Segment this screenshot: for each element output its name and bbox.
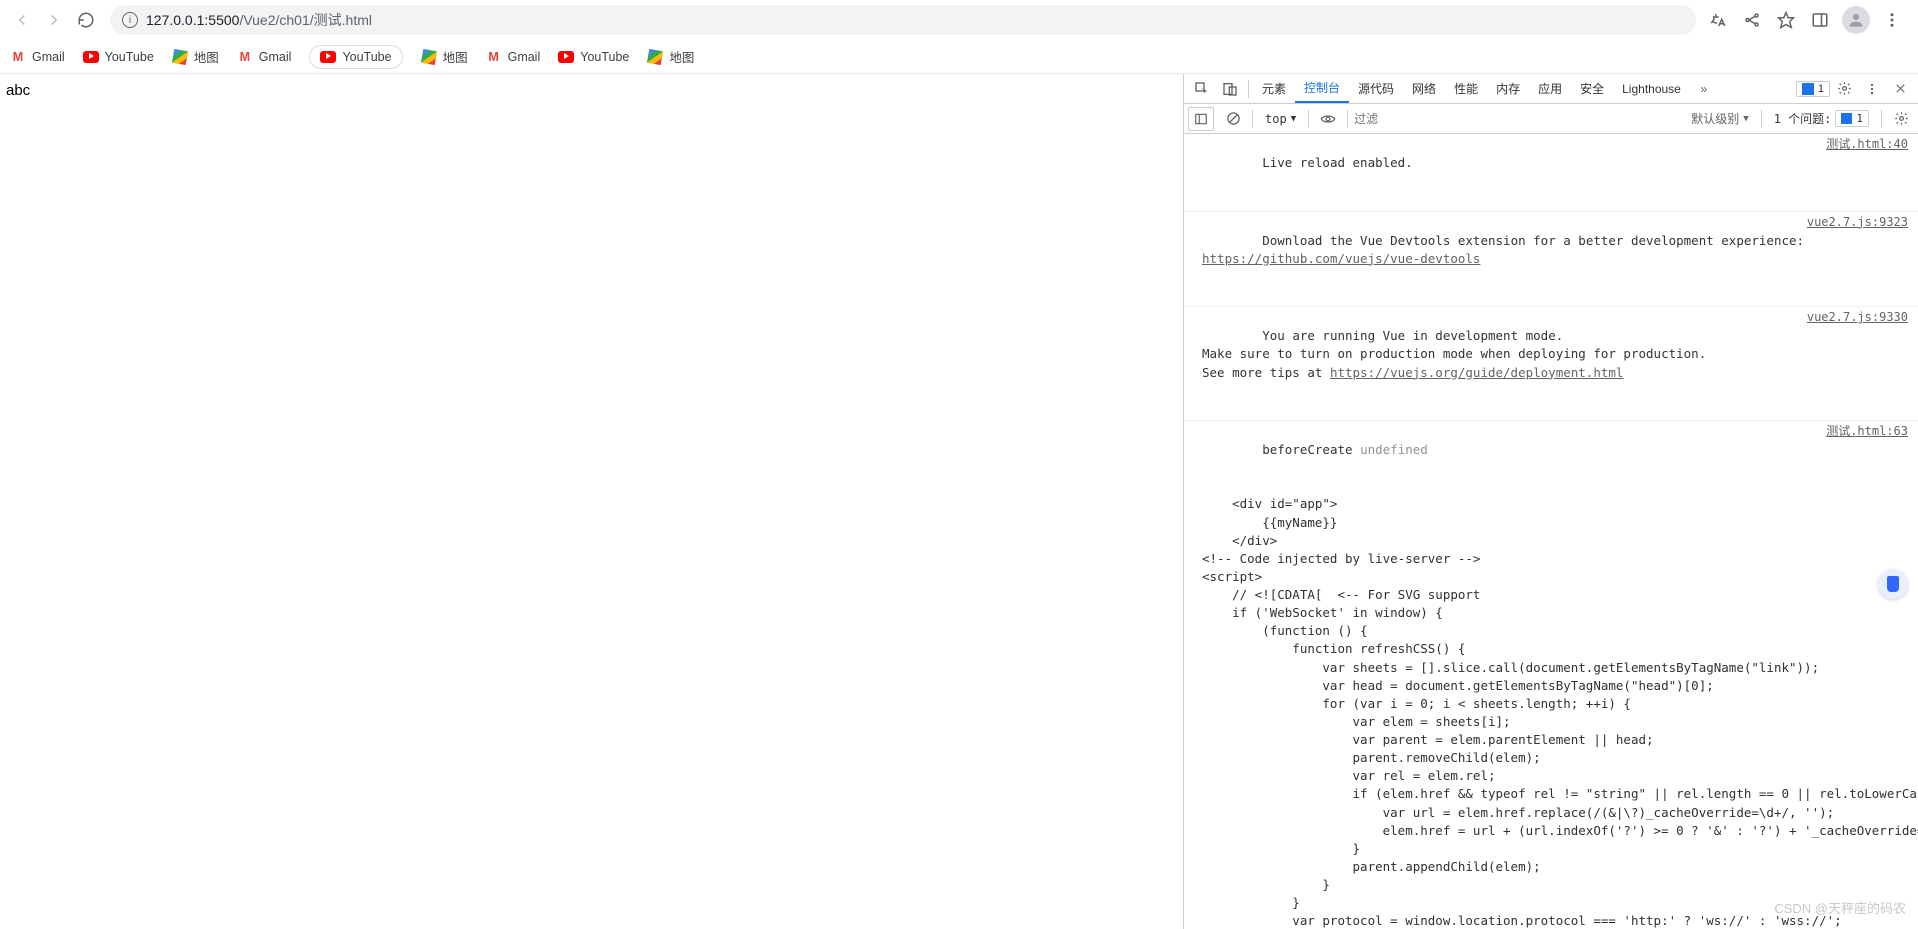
toolbar-right bbox=[1706, 6, 1910, 34]
gmail-favicon-icon: M bbox=[10, 49, 26, 65]
yt-favicon-icon bbox=[558, 49, 574, 65]
console-row: Download the Vue Devtools extension for … bbox=[1184, 212, 1918, 308]
console-row: beforeCreate undefined 测试.html:63 <div i… bbox=[1184, 421, 1918, 929]
bookmark-item[interactable]: M Gmail bbox=[486, 49, 541, 65]
map-favicon-icon bbox=[172, 49, 188, 65]
device-toggle-icon[interactable] bbox=[1216, 75, 1244, 103]
browser-nav-bar: i 127.0.0.1:5500/Vue2/ch01/测试.html bbox=[0, 0, 1918, 40]
toggle-sidebar-icon[interactable] bbox=[1188, 107, 1214, 131]
tab-network[interactable]: 网络 bbox=[1403, 74, 1445, 103]
share-icon[interactable] bbox=[1740, 8, 1764, 32]
gmail-favicon-icon: M bbox=[486, 49, 502, 65]
map-favicon-icon bbox=[421, 49, 437, 65]
forward-button[interactable] bbox=[40, 6, 68, 34]
url-text: 127.0.0.1:5500/Vue2/ch01/测试.html bbox=[146, 10, 372, 30]
tab-sources[interactable]: 源代码 bbox=[1349, 74, 1403, 103]
console-output[interactable]: Live reload enabled. 测试.html:40 Download… bbox=[1184, 134, 1918, 929]
back-button[interactable] bbox=[8, 6, 36, 34]
extension-badge-icon[interactable] bbox=[1878, 569, 1908, 599]
bookmark-item[interactable]: YouTube bbox=[309, 45, 402, 69]
devtools-more-icon[interactable] bbox=[1858, 75, 1886, 103]
tab-security[interactable]: 安全 bbox=[1571, 74, 1613, 103]
yt-favicon-icon bbox=[83, 49, 99, 65]
yt-favicon-icon bbox=[320, 49, 336, 65]
menu-icon[interactable] bbox=[1880, 8, 1904, 32]
address-bar[interactable]: i 127.0.0.1:5500/Vue2/ch01/测试.html bbox=[110, 5, 1696, 35]
console-filter-input[interactable] bbox=[1354, 108, 1679, 130]
console-row: Live reload enabled. 测试.html:40 bbox=[1184, 134, 1918, 212]
bookmark-label: Gmail bbox=[259, 50, 292, 64]
bookmark-label: 地图 bbox=[443, 47, 468, 66]
source-link[interactable]: vue2.7.js:9323 bbox=[1807, 214, 1908, 231]
profile-avatar[interactable] bbox=[1842, 6, 1870, 34]
side-panel-icon[interactable] bbox=[1808, 8, 1832, 32]
tab-elements[interactable]: 元素 bbox=[1253, 74, 1295, 103]
page-text: abc bbox=[6, 82, 30, 99]
log-level-selector[interactable]: 默认级别▼ bbox=[1685, 110, 1754, 127]
bookmark-label: YouTube bbox=[105, 50, 154, 64]
source-link[interactable]: 测试.html:63 bbox=[1826, 423, 1908, 440]
console-code-block: <div id="app"> {{myName}} </div> <!-- Co… bbox=[1202, 495, 1908, 929]
bookmark-label: Gmail bbox=[32, 50, 65, 64]
tab-lighthouse[interactable]: Lighthouse bbox=[1613, 74, 1690, 103]
console-toolbar: top▼ 默认级别▼ 1 个问题: 1 bbox=[1184, 104, 1918, 134]
bookmark-label: YouTube bbox=[580, 50, 629, 64]
link[interactable]: https://github.com/vuejs/vue-devtools bbox=[1202, 251, 1480, 266]
console-settings-icon[interactable] bbox=[1888, 107, 1914, 131]
bookmarks-bar: M Gmail YouTube 地图 M Gmail YouTube 地图 M Gmail YouT… bbox=[0, 40, 1918, 74]
gmail-favicon-icon: M bbox=[237, 49, 253, 65]
console-row: You are running Vue in development mode.… bbox=[1184, 307, 1918, 421]
bookmark-label: YouTube bbox=[342, 50, 391, 64]
bookmark-label: 地图 bbox=[194, 47, 219, 66]
map-favicon-icon bbox=[647, 49, 663, 65]
reload-button[interactable] bbox=[72, 6, 100, 34]
issues-badge[interactable]: 1 bbox=[1796, 81, 1830, 97]
bookmark-item[interactable]: M Gmail bbox=[237, 49, 292, 65]
issues-summary[interactable]: 1 个问题: 1 bbox=[1768, 110, 1875, 127]
watermark-text: CSDN @天秤座的码农 bbox=[1774, 898, 1906, 917]
page-content: abc bbox=[0, 74, 1183, 929]
bookmark-item[interactable]: YouTube bbox=[558, 49, 629, 65]
clear-console-icon[interactable] bbox=[1220, 107, 1246, 131]
tab-memory[interactable]: 内存 bbox=[1487, 74, 1529, 103]
bookmark-item[interactable]: 地图 bbox=[647, 47, 694, 66]
bookmark-label: Gmail bbox=[508, 50, 541, 64]
translate-icon[interactable] bbox=[1706, 8, 1730, 32]
tab-application[interactable]: 应用 bbox=[1529, 74, 1571, 103]
inspect-icon[interactable] bbox=[1188, 75, 1216, 103]
link[interactable]: https://vuejs.org/guide/deployment.html bbox=[1330, 365, 1624, 380]
devtools-settings-icon[interactable] bbox=[1830, 75, 1858, 103]
tab-performance[interactable]: 性能 bbox=[1445, 74, 1487, 103]
tab-console[interactable]: 控制台 bbox=[1295, 74, 1349, 103]
devtools-tabs: 元素 控制台 源代码 网络 性能 内存 应用 安全 Lighthouse » 1 bbox=[1184, 74, 1918, 104]
context-selector[interactable]: top▼ bbox=[1259, 112, 1302, 126]
devtools-panel: 元素 控制台 源代码 网络 性能 内存 应用 安全 Lighthouse » 1… bbox=[1183, 74, 1918, 929]
bookmark-item[interactable]: M Gmail bbox=[10, 49, 65, 65]
source-link[interactable]: vue2.7.js:9330 bbox=[1807, 309, 1908, 326]
source-link[interactable]: 测试.html:40 bbox=[1826, 136, 1908, 153]
bookmark-label: 地图 bbox=[669, 47, 694, 66]
bookmark-item[interactable]: 地图 bbox=[172, 47, 219, 66]
live-expression-icon[interactable] bbox=[1315, 107, 1341, 131]
site-info-icon[interactable]: i bbox=[122, 12, 138, 28]
tabs-overflow-icon[interactable]: » bbox=[1690, 75, 1718, 103]
bookmark-star-icon[interactable] bbox=[1774, 8, 1798, 32]
devtools-close-icon[interactable] bbox=[1886, 75, 1914, 103]
bookmark-item[interactable]: YouTube bbox=[83, 49, 154, 65]
bookmark-item[interactable]: 地图 bbox=[421, 47, 468, 66]
